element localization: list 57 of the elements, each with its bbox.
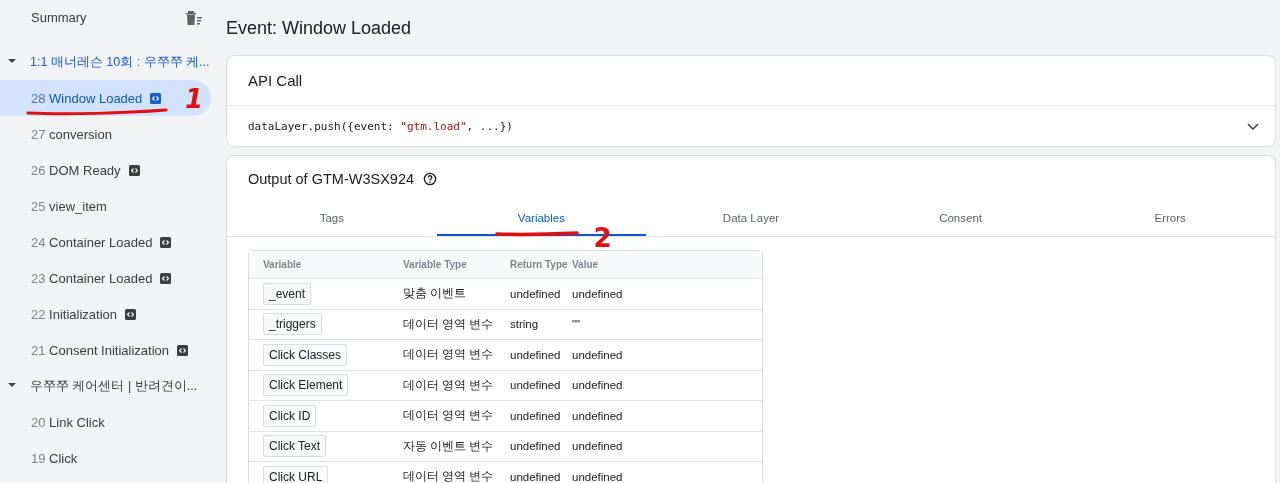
table-cell-text: undefined xyxy=(572,470,624,483)
event-item[interactable]: 22 Initialization xyxy=(0,296,213,332)
table-cell-text: undefined xyxy=(572,440,624,453)
event-item[interactable]: 27 conversion xyxy=(0,116,213,152)
table-cell-text: undefined xyxy=(510,287,562,300)
table-cell-text: undefined xyxy=(572,348,624,361)
table-cell-text: 자동 이벤트 변수 xyxy=(403,438,495,454)
column-header: Variable xyxy=(263,259,303,270)
table-cell-text: undefined xyxy=(572,379,624,392)
table-cell-text: undefined xyxy=(510,409,562,422)
tab[interactable]: Tags xyxy=(227,202,437,236)
card-title: Output of GTM-W3SX924 xyxy=(248,171,414,187)
event-item[interactable]: 23 Container Loaded xyxy=(0,260,213,296)
variable-chip: Click ID xyxy=(263,404,317,427)
event-item[interactable]: 25 view_item xyxy=(0,188,213,224)
table-cell-text: 데이터 영역 변수 xyxy=(403,408,495,424)
column-header: Return Type xyxy=(510,259,569,270)
table-cell-text: "" xyxy=(572,318,582,331)
tab[interactable]: Data Layer xyxy=(646,202,856,236)
summary-item[interactable]: Summary xyxy=(31,9,87,25)
event-item[interactable]: 24 Container Loaded xyxy=(0,224,213,260)
expand-icon[interactable] xyxy=(1247,122,1259,130)
tab[interactable]: Consent xyxy=(855,202,1066,236)
column-header: Value xyxy=(572,259,600,270)
table-cell-text: 데이터 영역 변수 xyxy=(403,377,495,393)
event-item[interactable]: 20 Link Click xyxy=(0,404,213,440)
clear-list-icon[interactable] xyxy=(184,8,203,26)
table-cell-text: 데이터 영역 변수 xyxy=(403,469,495,483)
table-cell-text: undefined xyxy=(510,440,562,453)
variable-chip: _triggers xyxy=(263,313,322,336)
table-cell-text: undefined xyxy=(510,470,562,483)
event-item[interactable]: 19 Click xyxy=(0,440,213,476)
page-group[interactable]: 우쭈쭈 케어센터 | 반려견이... xyxy=(30,377,198,395)
variable-chip: Click Text xyxy=(263,435,327,458)
variable-chip: Click Classes xyxy=(263,343,347,366)
table-cell-text: string xyxy=(510,318,540,331)
annotation-number: 1 xyxy=(185,85,204,113)
table-cell-text: 데이터 영역 변수 xyxy=(403,316,495,332)
table-cell-text: 데이터 영역 변수 xyxy=(403,347,495,363)
table-cell-text: undefined xyxy=(510,379,562,392)
help-icon xyxy=(423,172,437,186)
page-group[interactable]: 1:1 매너레슨 10회 : 우쭈쭈 케... xyxy=(30,53,210,71)
table-cell-text: 맞춤 이벤트 xyxy=(403,286,468,302)
table-cell-text: undefined xyxy=(572,287,624,300)
card-title: API Call xyxy=(227,56,1275,106)
table-cell-text: undefined xyxy=(510,348,562,361)
event-item[interactable]: 28 Window Loaded 1 xyxy=(0,80,211,116)
column-header: Variable Type xyxy=(403,259,468,270)
variable-chip: Click URL xyxy=(263,465,329,483)
tab[interactable]: Errors xyxy=(1065,202,1275,236)
event-item[interactable]: 21 Consent Initialization xyxy=(0,332,213,368)
code-line: dataLayer.push({event: "gtm.load", ...}) xyxy=(248,119,513,133)
variable-chip: Click Element xyxy=(263,374,349,397)
event-title: Event: Window Loaded xyxy=(226,17,413,40)
table-cell-text: undefined xyxy=(572,409,624,422)
variable-chip: _event xyxy=(263,282,312,305)
event-item[interactable]: 26 DOM Ready xyxy=(0,152,213,188)
